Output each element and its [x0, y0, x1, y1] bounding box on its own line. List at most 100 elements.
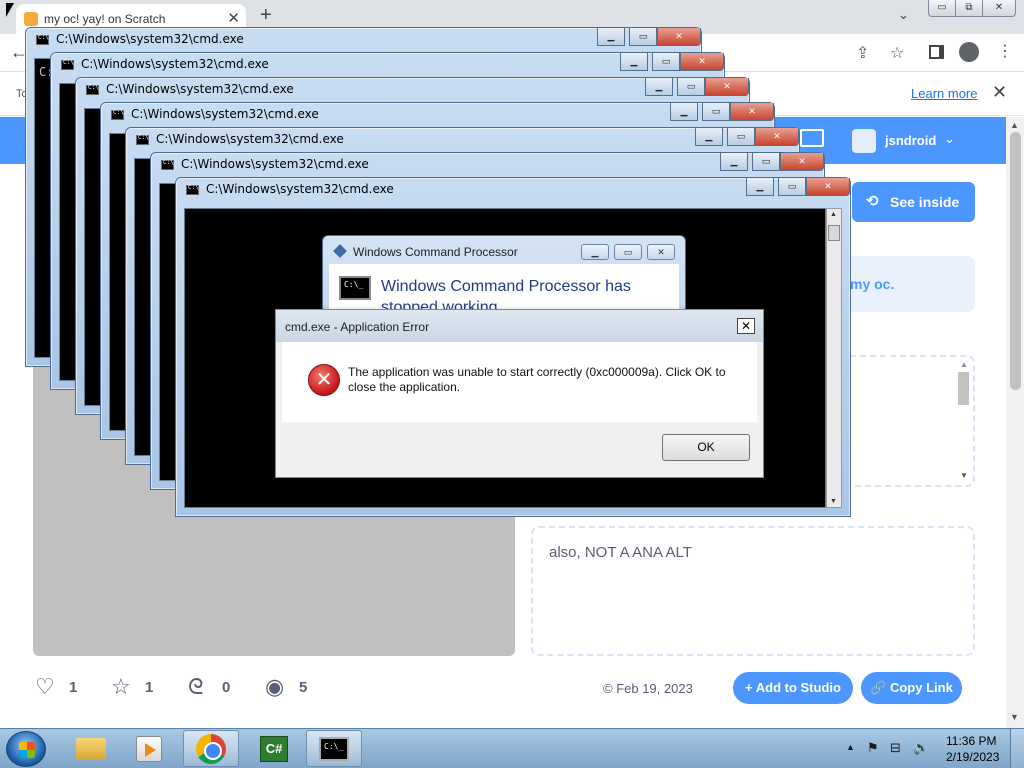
page-scrollbar-thumb[interactable] — [1010, 132, 1021, 390]
cmd-maximize-button[interactable]: ▭ — [727, 128, 755, 146]
scroll-down-icon[interactable]: ▼ — [830, 498, 837, 505]
wcp-maximize-button[interactable]: ▭ — [614, 244, 642, 260]
instructions-scroll-down-icon[interactable]: ▼ — [960, 471, 968, 480]
tab-search-button[interactable]: ⌄ — [898, 7, 909, 23]
taskbar-media-player[interactable] — [122, 730, 178, 767]
remix-count: 0 — [222, 679, 231, 696]
cmd-icon — [111, 109, 124, 120]
cmd-minimize-button[interactable]: ▁ — [720, 153, 748, 171]
browser-restore-button[interactable]: ⧉ — [955, 0, 983, 17]
side-panel-icon[interactable] — [929, 45, 944, 59]
cmd-minimize-button[interactable]: ▁ — [746, 178, 774, 196]
cmd-minimize-button[interactable]: ▁ — [620, 53, 648, 71]
action-center-flag-icon[interactable]: ⚑ — [867, 740, 879, 756]
error-body: ✕ The application was unable to start co… — [282, 342, 757, 422]
cmd-close-button[interactable]: ✕ — [755, 128, 799, 146]
cmd-close-button[interactable]: ✕ — [705, 78, 749, 96]
application-error-dialog[interactable]: cmd.exe - Application Error ✕ ✕ The appl… — [275, 309, 764, 478]
cmd-maximize-button[interactable]: ▭ — [677, 78, 705, 96]
new-tab-button[interactable]: + — [260, 4, 272, 27]
see-inside-label: See inside — [890, 194, 960, 210]
cmd-icon — [86, 84, 99, 95]
instructions-scroll-up-icon[interactable]: ▲ — [960, 360, 968, 369]
scroll-up-icon[interactable]: ▲ — [830, 211, 837, 218]
infobar-close-icon[interactable]: ✕ — [992, 82, 1007, 103]
remix-stat: ᘓ 0 — [188, 674, 248, 699]
share-icon[interactable]: ⇪ — [856, 43, 869, 63]
volume-icon[interactable]: 🔈 — [913, 740, 929, 756]
start-button[interactable] — [6, 731, 46, 767]
notes-and-credits-box: also, NOT A ANA ALT — [531, 526, 975, 656]
username-label[interactable]: jsndroid — [885, 133, 936, 148]
taskbar-cmd[interactable] — [306, 730, 362, 767]
cmd-maximize-button[interactable]: ▭ — [702, 103, 730, 121]
error-titlebar[interactable]: cmd.exe - Application Error ✕ — [276, 310, 763, 342]
cmd-close-button[interactable]: ✕ — [780, 153, 824, 171]
tab-close-icon[interactable]: ✕ — [227, 9, 240, 27]
heart-icon: ♡ — [35, 674, 55, 699]
error-dialog-title: cmd.exe - Application Error — [285, 320, 430, 334]
tab-title: my oc! yay! on Scratch — [44, 12, 166, 26]
cmd-scroll-thumb[interactable] — [828, 225, 840, 241]
cmd-icon — [136, 134, 149, 145]
cmd-maximize-button[interactable]: ▭ — [778, 178, 806, 196]
my-stuff-folder-icon[interactable] — [800, 129, 824, 147]
chevron-down-icon[interactable]: ⌄ — [944, 131, 955, 147]
scroll-down-arrow-icon[interactable]: ▼ — [1010, 712, 1019, 722]
cmd-window-title: C:\Windows\system32\cmd.exe — [156, 132, 344, 146]
favorite-stat[interactable]: ☆ 1 — [111, 674, 171, 699]
profile-avatar-icon[interactable] — [959, 42, 979, 62]
user-avatar[interactable] — [852, 129, 876, 153]
cmd-close-button[interactable]: ✕ — [657, 28, 701, 46]
see-inside-icon: ⟲ — [866, 193, 879, 210]
wcp-close-button[interactable]: ✕ — [647, 244, 675, 260]
taskbar-csharp[interactable]: C# — [246, 730, 302, 767]
cmd-maximize-button[interactable]: ▭ — [752, 153, 780, 171]
learn-more-link[interactable]: Learn more — [911, 86, 977, 101]
ok-button[interactable]: OK — [662, 434, 750, 461]
wcp-app-icon — [333, 244, 347, 258]
windows-taskbar: C# ▲ ⚑ ⊟ 🔈 11:36 PM 2/19/2023 — [0, 728, 1024, 768]
clock-time[interactable]: 11:36 PM — [946, 734, 996, 748]
cmd-minimize-button[interactable]: ▁ — [695, 128, 723, 146]
bookmark-star-icon[interactable]: ☆ — [890, 43, 904, 63]
error-icon: ✕ — [308, 364, 340, 396]
eye-icon: ◉ — [265, 674, 285, 699]
show-desktop-button[interactable] — [1010, 729, 1024, 768]
cmd-close-button[interactable]: ✕ — [806, 178, 850, 196]
cmd-close-button[interactable]: ✕ — [680, 53, 724, 71]
browser-minimize-button[interactable]: ▭ — [928, 0, 956, 17]
instructions-box — [840, 355, 975, 487]
cmd-icon — [161, 159, 174, 170]
cmd-icon — [186, 184, 199, 195]
tray-expand-icon[interactable]: ▲ — [846, 742, 855, 752]
windows-logo-icon — [19, 742, 35, 758]
clock-date[interactable]: 2/19/2023 — [946, 750, 999, 764]
network-icon[interactable]: ⊟ — [890, 740, 901, 756]
wcp-minimize-button[interactable]: ▁ — [581, 244, 609, 260]
folder-icon — [76, 738, 106, 760]
add-to-studio-button[interactable]: + Add to Studio — [733, 672, 853, 704]
cmd-maximize-button[interactable]: ▭ — [652, 53, 680, 71]
see-inside-button[interactable]: ⟲ See inside — [852, 182, 975, 222]
cmd-close-button[interactable]: ✕ — [730, 103, 774, 121]
cmd-minimize-button[interactable]: ▁ — [645, 78, 673, 96]
taskbar-explorer[interactable] — [62, 730, 118, 767]
cmd-maximize-button[interactable]: ▭ — [629, 28, 657, 46]
wcp-window-title: Windows Command Processor — [353, 245, 518, 259]
notes-text: my oc. — [850, 276, 895, 292]
taskbar-chrome[interactable] — [183, 730, 239, 767]
cmd-minimize-button[interactable]: ▁ — [670, 103, 698, 121]
love-stat[interactable]: ♡ 1 — [35, 674, 95, 699]
scroll-up-arrow-icon[interactable]: ▲ — [1010, 120, 1019, 130]
cmd-window-title: C:\Windows\system32\cmd.exe — [181, 157, 369, 171]
cmd-minimize-button[interactable]: ▁ — [597, 28, 625, 46]
instructions-scroll-thumb[interactable] — [958, 372, 969, 405]
cmd-scrollbar[interactable]: ▲ ▼ — [826, 208, 842, 508]
copy-link-button[interactable]: 🔗 Copy Link — [861, 672, 962, 704]
star-icon: ☆ — [111, 674, 131, 699]
error-close-button[interactable]: ✕ — [737, 318, 755, 334]
browser-close-button[interactable]: ✕ — [982, 0, 1016, 17]
browser-menu-icon[interactable]: ⋮ — [997, 41, 1013, 61]
mouse-cursor-icon — [6, 3, 14, 17]
